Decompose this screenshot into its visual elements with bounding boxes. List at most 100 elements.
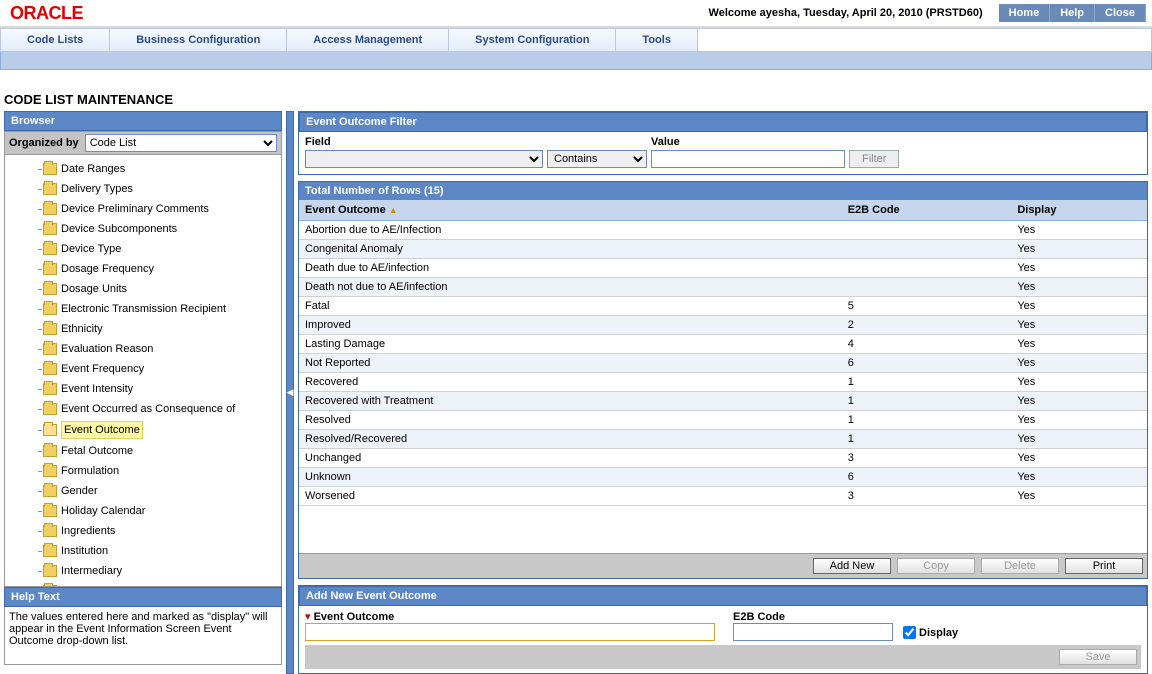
- tree-item[interactable]: ····Event Intensity: [7, 379, 279, 399]
- add-form-header: Add New Event Outcome: [299, 586, 1147, 606]
- sort-asc-icon: ▲: [389, 205, 398, 215]
- tree-item[interactable]: ····Device Subcomponents: [7, 219, 279, 239]
- e2b-label: E2B Code: [733, 611, 785, 623]
- table-row[interactable]: Recovered1Yes: [299, 373, 1147, 392]
- filter-value-label: Value: [651, 134, 845, 150]
- folder-icon: [43, 445, 57, 457]
- welcome-text: Welcome ayesha, Tuesday, April 20, 2010 …: [709, 7, 983, 19]
- tree-item[interactable]: ····Device Preliminary Comments: [7, 199, 279, 219]
- folder-icon: [43, 465, 57, 477]
- col-event-outcome[interactable]: Event Outcome▲: [299, 200, 842, 221]
- table-row[interactable]: Unchanged3Yes: [299, 449, 1147, 468]
- folder-icon: [43, 163, 57, 175]
- tree-item[interactable]: ····Date Ranges: [7, 159, 279, 179]
- folder-icon: [43, 565, 57, 577]
- close-link[interactable]: Close: [1095, 4, 1146, 22]
- help-body: The values entered here and marked as "d…: [4, 607, 282, 665]
- menu-code-lists[interactable]: Code Lists: [1, 29, 110, 51]
- tree-item[interactable]: ····Device Type: [7, 239, 279, 259]
- filter-value-input[interactable]: [651, 150, 845, 168]
- table-row[interactable]: Worsened3Yes: [299, 487, 1147, 506]
- menu-tools[interactable]: Tools: [616, 29, 698, 51]
- tree-item[interactable]: ····Institution: [7, 541, 279, 561]
- tree-item[interactable]: ····Fetal Outcome: [7, 441, 279, 461]
- save-button[interactable]: Save: [1059, 649, 1137, 665]
- e2b-code-input[interactable]: [733, 623, 893, 641]
- page-title: CODE LIST MAINTENANCE: [0, 88, 1152, 111]
- table-row[interactable]: Resolved/Recovered1Yes: [299, 430, 1147, 449]
- folder-icon: [43, 283, 57, 295]
- folder-icon: [43, 363, 57, 375]
- tree-item[interactable]: ····Dosage Frequency: [7, 259, 279, 279]
- table-row[interactable]: Death not due to AE/infectionYes: [299, 278, 1147, 297]
- folder-icon: [43, 403, 57, 415]
- tree-item[interactable]: ····Intermediary: [7, 561, 279, 581]
- table-row[interactable]: Recovered with Treatment1Yes: [299, 392, 1147, 411]
- folder-icon: [43, 223, 57, 235]
- tree-item[interactable]: ····Gender: [7, 481, 279, 501]
- filter-field-label: Field: [305, 134, 543, 150]
- oracle-logo: ORACLE: [10, 3, 83, 24]
- col-e2b-code[interactable]: E2B Code: [842, 200, 1012, 221]
- add-new-button[interactable]: Add New: [813, 558, 891, 574]
- tree-item[interactable]: ····Delivery Types: [7, 179, 279, 199]
- filter-header: Event Outcome Filter: [299, 112, 1147, 132]
- filter-field-select[interactable]: [305, 150, 543, 168]
- table-row[interactable]: Lasting Damage4Yes: [299, 335, 1147, 354]
- browser-header: Browser: [4, 111, 282, 131]
- tree-item[interactable]: ····Event Occurred as Consequence of: [7, 399, 279, 419]
- collapse-handle[interactable]: ◀: [286, 111, 294, 674]
- folder-icon: [43, 424, 57, 436]
- table-row[interactable]: Improved2Yes: [299, 316, 1147, 335]
- folder-icon: [43, 343, 57, 355]
- tree-item[interactable]: ····Electronic Transmission Recipient: [7, 299, 279, 319]
- col-display[interactable]: Display: [1011, 200, 1147, 221]
- menu-business-config[interactable]: Business Configuration: [110, 29, 287, 51]
- delete-button[interactable]: Delete: [981, 558, 1059, 574]
- tree-item[interactable]: ····Event Frequency: [7, 359, 279, 379]
- table-row[interactable]: Resolved1Yes: [299, 411, 1147, 430]
- tree-item[interactable]: ····Formulation: [7, 461, 279, 481]
- event-outcome-input[interactable]: [305, 623, 715, 641]
- folder-icon: [43, 383, 57, 395]
- organized-by-label: Organized by: [9, 137, 79, 149]
- tree-item[interactable]: ····Holiday Calendar: [7, 501, 279, 521]
- required-icon: ▾: [305, 611, 311, 623]
- tree-browser[interactable]: ····Date Ranges····Delivery Types····Dev…: [4, 155, 282, 587]
- results-table: Event Outcome▲ E2B Code Display Abortion…: [299, 200, 1147, 506]
- folder-icon: [43, 323, 57, 335]
- display-checkbox[interactable]: [903, 626, 916, 639]
- folder-icon: [43, 203, 57, 215]
- menu-sub-bar: [0, 52, 1152, 70]
- table-row[interactable]: Abortion due to AE/InfectionYes: [299, 221, 1147, 240]
- table-row[interactable]: Congenital AnomalyYes: [299, 240, 1147, 259]
- organized-by-select[interactable]: Code List: [85, 134, 277, 152]
- tree-item[interactable]: ····Dosage Units: [7, 279, 279, 299]
- table-row[interactable]: Unknown6Yes: [299, 468, 1147, 487]
- menu-system-config[interactable]: System Configuration: [449, 29, 616, 51]
- home-link[interactable]: Home: [999, 4, 1051, 22]
- tree-item[interactable]: ····Ingredients: [7, 521, 279, 541]
- table-row[interactable]: Not Reported6Yes: [299, 354, 1147, 373]
- table-row[interactable]: Death due to AE/infectionYes: [299, 259, 1147, 278]
- display-label: Display: [919, 627, 958, 639]
- tree-item[interactable]: ····Evaluation Reason: [7, 339, 279, 359]
- folder-icon: [43, 525, 57, 537]
- topbar: ORACLE Welcome ayesha, Tuesday, April 20…: [0, 0, 1152, 28]
- table-count-header: Total Number of Rows (15): [299, 182, 1147, 200]
- print-button[interactable]: Print: [1065, 558, 1143, 574]
- filter-button[interactable]: Filter: [849, 150, 899, 168]
- menu-access-mgmt[interactable]: Access Management: [287, 29, 449, 51]
- folder-icon: [43, 243, 57, 255]
- folder-icon: [43, 303, 57, 315]
- copy-button[interactable]: Copy: [897, 558, 975, 574]
- tree-item[interactable]: ····Event Outcome: [7, 419, 279, 441]
- folder-icon: [43, 263, 57, 275]
- main-menu: Code Lists Business Configuration Access…: [0, 28, 1152, 52]
- folder-icon: [43, 505, 57, 517]
- eo-label: Event Outcome: [314, 611, 395, 623]
- help-link[interactable]: Help: [1050, 4, 1095, 22]
- filter-operator-select[interactable]: Contains: [547, 150, 647, 168]
- tree-item[interactable]: ····Ethnicity: [7, 319, 279, 339]
- table-row[interactable]: Fatal5Yes: [299, 297, 1147, 316]
